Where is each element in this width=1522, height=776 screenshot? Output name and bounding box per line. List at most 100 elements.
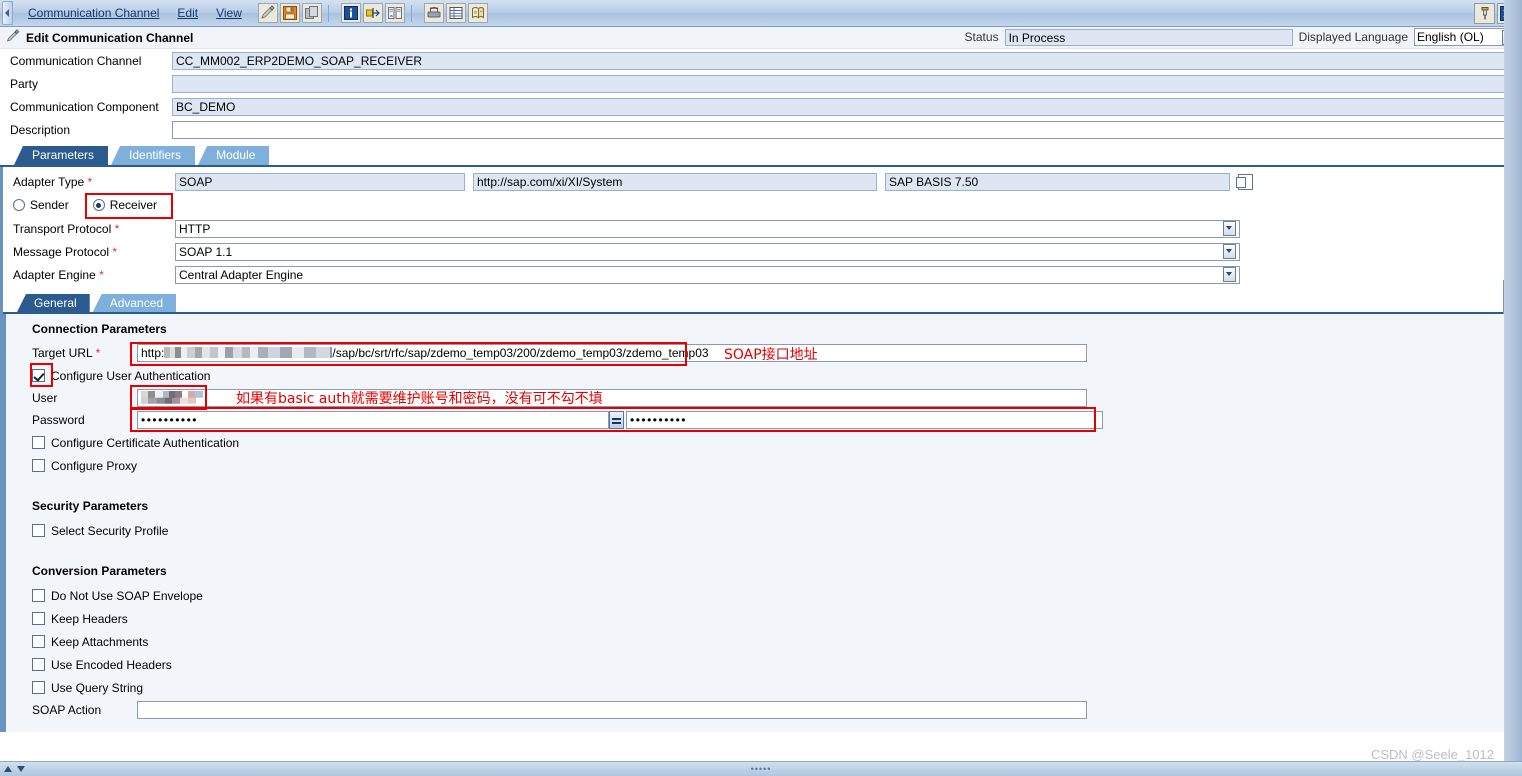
adapter-engine-label-text: Adapter Engine	[13, 267, 96, 282]
tab-general-label: General	[34, 296, 77, 310]
configure-certificate-authentication-label: Configure Certificate Authentication	[51, 435, 240, 450]
radio-receiver-control[interactable]	[92, 199, 105, 211]
configure-certificate-authentication-checkbox[interactable]	[32, 436, 45, 449]
password-confirm-input[interactable]: ••••••••••	[626, 411, 1103, 429]
required-asterisk: *	[92, 346, 101, 360]
tab-module[interactable]: Module	[198, 146, 270, 165]
party-value	[172, 74, 1514, 93]
password-input[interactable]: ••••••••••	[137, 411, 609, 429]
message-protocol-select[interactable]: SOAP 1.1	[175, 242, 1240, 261]
row-configure-proxy: Configure Proxy	[6, 454, 1522, 477]
target-url-prefix: http:	[141, 346, 165, 360]
adapter-swcv-value[interactable]: SAP BASIS 7.50	[885, 173, 1230, 191]
transport-protocol-value: HTTP	[179, 221, 211, 236]
target-url-label: Target URL *	[32, 346, 137, 360]
tab-general[interactable]: General	[17, 294, 90, 312]
adapter-namespace-value[interactable]: http://sap.com/xi/XI/System	[473, 173, 877, 191]
conversion-parameters-title: Conversion Parameters	[32, 564, 167, 578]
save-icon[interactable]	[279, 3, 300, 23]
adapter-engine-select[interactable]: Central Adapter Engine	[175, 265, 1240, 284]
window-menu-grip[interactable]	[2, 1, 13, 25]
tab-advanced[interactable]: Advanced	[92, 294, 177, 312]
toolbar-group-tools	[423, 3, 489, 23]
chevron-down-icon[interactable]	[1223, 244, 1236, 259]
adapter-engine-value: Central Adapter Engine	[179, 267, 304, 282]
row-keep-attachments: Keep Attachments	[6, 630, 1522, 653]
select-security-profile-checkbox[interactable]	[32, 524, 45, 537]
info-icon[interactable]	[340, 3, 361, 23]
row-use-query-string: Use Query String	[6, 676, 1522, 699]
user-label: User	[32, 391, 58, 405]
resize-grip[interactable]: •••••	[751, 764, 772, 774]
password-label: Password	[32, 413, 85, 427]
menu-view-label: View	[216, 6, 242, 20]
do-not-use-soap-envelope-label: Do Not Use SOAP Envelope	[51, 588, 203, 603]
use-query-string-checkbox[interactable]	[32, 681, 45, 694]
print-icon[interactable]	[423, 3, 444, 23]
edit-pencil-icon[interactable]	[257, 3, 278, 23]
description-label: Description	[10, 122, 71, 137]
displayed-language-label: Displayed Language	[1298, 30, 1408, 44]
tab-module-label: Module	[216, 148, 256, 162]
scroll-up-small-icon[interactable]	[4, 766, 12, 772]
row-communication-channel: Communication Channel CC_MM002_ERP2DEMO_…	[0, 49, 1522, 72]
header-right-controls: Status In Process Displayed Language Eng…	[965, 28, 1518, 46]
pin-icon[interactable]	[1474, 3, 1495, 24]
row-party: Party	[0, 72, 1522, 95]
compare-icon[interactable]	[384, 3, 405, 23]
keep-headers-checkbox[interactable]	[32, 612, 45, 625]
message-protocol-value: SOAP 1.1	[179, 244, 233, 259]
equals-button[interactable]	[609, 411, 624, 429]
adapter-type-label-text: Adapter Type	[13, 175, 85, 189]
adapter-type-value[interactable]: SOAP	[175, 173, 465, 191]
radio-receiver-label: Receiver	[109, 198, 158, 212]
keep-attachments-label: Keep Attachments	[51, 634, 149, 649]
do-not-use-soap-envelope-checkbox[interactable]	[32, 589, 45, 602]
tab-identifiers[interactable]: Identifiers	[111, 146, 196, 165]
chevron-down-icon[interactable]	[1223, 221, 1236, 236]
use-encoded-headers-checkbox[interactable]	[32, 658, 45, 671]
radio-receiver[interactable]: Receiver	[92, 198, 158, 212]
row-select-security-profile: Select Security Profile	[6, 519, 1522, 542]
target-url-label-text: Target URL	[32, 346, 93, 360]
watermark: CSDN @Seele_1012	[1370, 747, 1494, 762]
scroll-down-small-icon[interactable]	[17, 766, 25, 772]
grid-icon[interactable]	[445, 3, 466, 23]
keep-headers-label: Keep Headers	[51, 611, 128, 626]
target-url-input[interactable]: http: /sap/bc/srt/rfc/sap/zdemo_temp03/20…	[137, 344, 1087, 362]
configure-user-authentication-checkbox[interactable]	[32, 369, 45, 382]
menu-edit[interactable]: Edit	[168, 4, 207, 22]
required-asterisk: *	[84, 175, 93, 189]
keep-attachments-checkbox[interactable]	[32, 635, 45, 648]
row-message-protocol: Message Protocol * SOAP 1.1	[3, 240, 1522, 263]
copy-icon[interactable]	[1236, 174, 1253, 190]
row-target-url: Target URL * http: /sap/bc/srt/rfc/sap/zd…	[6, 342, 1522, 366]
history-icon[interactable]	[467, 3, 488, 23]
menu-view[interactable]: View	[207, 4, 251, 22]
page-title: Edit Communication Channel	[26, 30, 194, 45]
transport-protocol-label: Transport Protocol *	[13, 222, 175, 236]
menu-communication-channel[interactable]: Communication Channel	[19, 4, 168, 22]
message-protocol-label-text: Message Protocol	[13, 244, 110, 259]
toolbar-separator-2	[410, 4, 412, 22]
communication-channel-label: Communication Channel	[10, 53, 142, 68]
inner-tabstrip: General Advanced	[3, 292, 1522, 314]
copy-icon[interactable]	[301, 3, 322, 23]
soap-action-input[interactable]	[137, 701, 1087, 719]
tab-parameters[interactable]: Parameters	[14, 146, 109, 165]
displayed-language-select[interactable]: English (OL)	[1414, 28, 1518, 46]
row-configure-user-auth: Configure User Authentication	[6, 363, 1522, 387]
row-password: Password •••••••••• ••••••••••	[6, 407, 1522, 432]
configure-proxy-checkbox[interactable]	[32, 459, 45, 472]
required-asterisk: *	[111, 221, 120, 236]
toolbar-separator-1	[327, 4, 329, 22]
description-input[interactable]	[172, 120, 1514, 139]
radio-sender[interactable]: Sender	[13, 198, 69, 212]
transport-protocol-select[interactable]: HTTP	[175, 219, 1240, 238]
chevron-down-icon[interactable]	[1223, 267, 1236, 282]
parameters-pane: Adapter Type * SOAP http://sap.com/xi/XI…	[0, 167, 1522, 732]
message-protocol-label: Message Protocol *	[13, 245, 175, 259]
radio-sender-control[interactable]	[13, 199, 25, 211]
page-title-bar: Edit Communication Channel Status In Pro…	[0, 27, 1522, 49]
where-used-icon[interactable]	[362, 3, 383, 23]
